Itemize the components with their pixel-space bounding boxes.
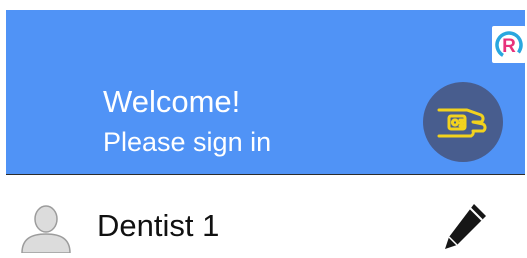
logo-letter: R xyxy=(502,36,516,57)
hand-holding-card-icon xyxy=(437,108,487,138)
user-name: Dentist 1 xyxy=(97,208,220,243)
sign-in-subtitle: Please sign in xyxy=(103,127,272,157)
r-logo-icon: R xyxy=(492,26,526,63)
card-sign-in-button[interactable] xyxy=(423,82,503,162)
pencil-icon xyxy=(445,204,486,249)
welcome-title: Welcome! xyxy=(103,84,241,119)
user-list-item[interactable]: Dentist 1 xyxy=(0,175,527,254)
edit-user-button[interactable] xyxy=(441,201,489,251)
user-avatar-icon xyxy=(19,204,73,254)
